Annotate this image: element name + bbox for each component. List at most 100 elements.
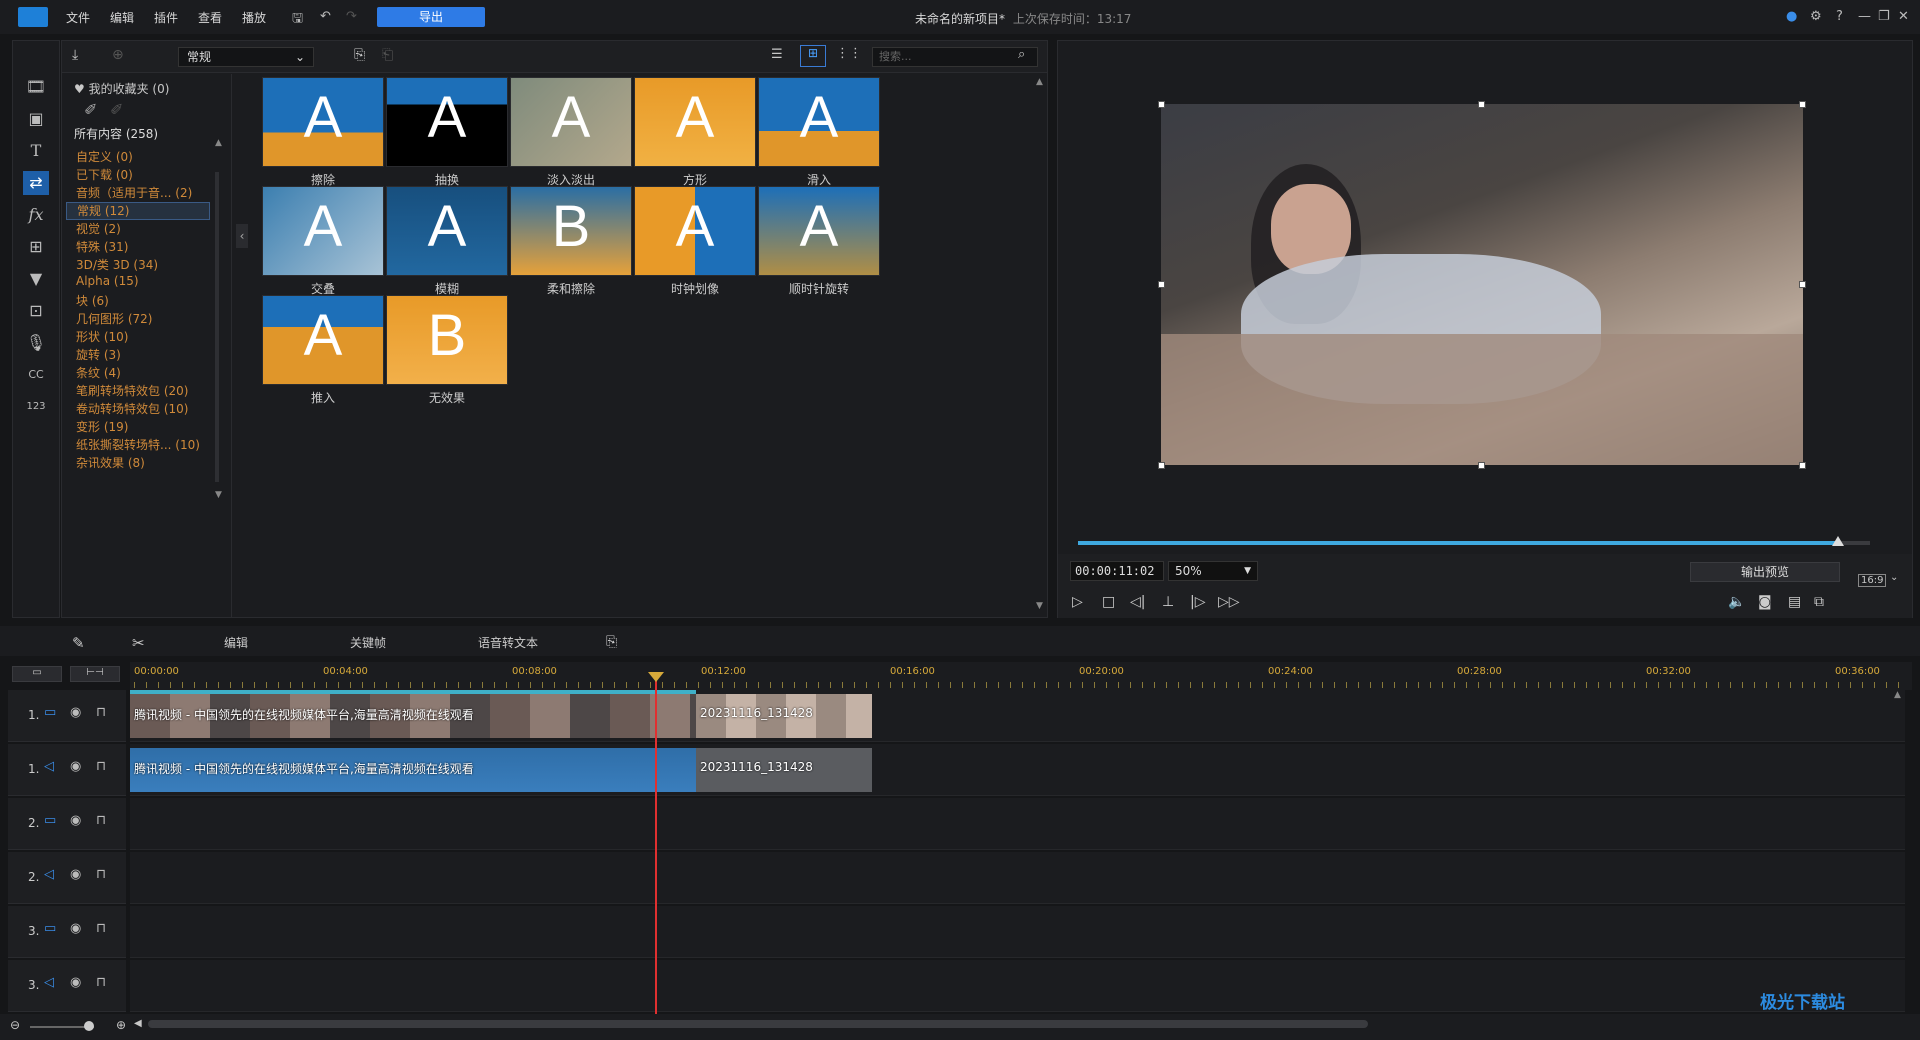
playhead[interactable] — [655, 672, 657, 1017]
prev-frame-icon[interactable]: ◁| — [1130, 594, 1145, 610]
eye-icon[interactable]: ◉ — [70, 759, 81, 774]
lock-icon[interactable]: ⊓ — [96, 813, 106, 828]
category-item[interactable]: 旋转 (3) — [76, 346, 121, 363]
timeline-clip[interactable]: 20231116_131428 — [696, 694, 872, 738]
import-icon[interactable]: ⤓ — [72, 47, 78, 63]
resize-handle-tr[interactable] — [1799, 101, 1806, 108]
transition-tile[interactable]: A 交叠 — [262, 186, 384, 296]
lock-icon[interactable]: ⊓ — [96, 867, 106, 882]
add-tag-icon[interactable]: ✐ — [84, 100, 97, 119]
menu-play[interactable]: 播放 — [242, 9, 266, 26]
category-item[interactable]: 3D/类 3D (34) — [76, 256, 158, 273]
menu-plugins[interactable]: 插件 — [154, 9, 178, 26]
output-preview-button[interactable]: 输出预览 — [1690, 562, 1840, 582]
settings-gear-icon[interactable]: ⚙ — [1810, 9, 1822, 24]
aspect-chevron-icon[interactable]: ⌄ — [1890, 572, 1898, 583]
fast-forward-icon[interactable]: ▷▷ — [1218, 594, 1240, 610]
title-room-icon[interactable]: T — [23, 139, 49, 163]
pen-icon[interactable]: ✎ — [72, 634, 85, 652]
minimize-icon[interactable]: — — [1858, 9, 1871, 24]
chapter-icon[interactable]: 123 — [23, 395, 49, 419]
timeline-hscrollbar[interactable] — [148, 1020, 1368, 1028]
category-scrollbar[interactable] — [215, 172, 219, 482]
undo-icon[interactable]: ↶ — [320, 9, 331, 24]
category-item[interactable]: 块 (6) — [76, 292, 109, 309]
video-track-lane[interactable]: 腾讯视频 - 中国领先的在线视频媒体平台,海量高清视频在线观看 20231116_… — [130, 690, 1905, 742]
grid-scroll-down-icon[interactable]: ▼ — [1036, 601, 1043, 611]
plugin-icon[interactable]: ⊕ — [112, 47, 124, 63]
grid-view-icon[interactable]: ⊞ — [800, 45, 826, 67]
eye-icon[interactable]: ◉ — [70, 921, 81, 936]
resize-handle-tl[interactable] — [1158, 101, 1165, 108]
transition-tile[interactable]: A 淡入淡出 — [510, 77, 632, 187]
aspect-ratio-badge[interactable]: 16:9 — [1858, 574, 1887, 587]
category-item[interactable]: 视觉 (2) — [76, 220, 121, 237]
scroll-down-icon[interactable]: ▼ — [215, 490, 222, 500]
save-icon[interactable]: 🖫 — [292, 9, 303, 31]
stop-icon[interactable]: □ — [1102, 594, 1115, 610]
remove-icon[interactable]: ⎗ — [382, 47, 393, 63]
media-room-icon[interactable]: 🎞 — [23, 75, 49, 99]
next-frame-icon[interactable]: |▷ — [1190, 594, 1205, 610]
snapshot-icon[interactable]: ◙ — [1758, 594, 1772, 610]
timeline-ruler[interactable]: 00:00:00 00:04:00 00:08:00 00:12:00 00:16:00… — [130, 662, 1912, 690]
video-frame[interactable] — [1161, 104, 1803, 465]
lock-icon[interactable]: ⊓ — [96, 921, 106, 936]
edit-tag-icon[interactable]: ✐ — [110, 100, 123, 119]
add-to-timeline-icon[interactable]: ⎘ — [354, 47, 365, 63]
help-icon[interactable]: ? — [1836, 9, 1843, 24]
eye-icon[interactable]: ◉ — [70, 813, 81, 828]
fit-timeline-icon[interactable]: ⊢⊣ — [70, 666, 120, 682]
transition-room-icon[interactable]: ⇄ — [23, 171, 49, 195]
category-item[interactable]: 笔刷转场特效包 (20) — [76, 382, 188, 399]
keyframe-button[interactable]: 关键帧 — [350, 634, 386, 651]
category-item[interactable]: 形状 (10) — [76, 328, 128, 345]
lock-icon[interactable]: ⊓ — [96, 975, 106, 990]
playhead-marker-icon[interactable] — [648, 672, 664, 682]
account-icon[interactable]: ● — [1786, 9, 1797, 24]
resize-handle-b[interactable] — [1478, 462, 1485, 469]
category-item[interactable]: 音频（适用于音... (2) — [76, 184, 192, 201]
zoom-out-icon[interactable]: ⊖ — [10, 1018, 20, 1032]
preview-seekbar[interactable] — [1078, 536, 1870, 546]
resize-handle-bl[interactable] — [1158, 462, 1165, 469]
search-input[interactable]: 搜索... — [872, 47, 1038, 67]
all-content-item[interactable]: 所有内容 (258) — [74, 125, 158, 142]
tracks-scroll-up-icon[interactable]: ▲ — [1894, 690, 1901, 700]
fx-room-icon[interactable]: fx — [23, 203, 49, 227]
volume-icon[interactable]: 🔈 — [1728, 594, 1745, 610]
collapse-panel-icon[interactable]: ‹ — [236, 224, 248, 248]
timecode-display[interactable]: 00:00:11:02 — [1070, 561, 1164, 581]
video-track-lane[interactable] — [130, 798, 1905, 850]
seekbar-knob[interactable] — [1832, 536, 1845, 546]
timeline-clip[interactable]: 腾讯视频 - 中国领先的在线视频媒体平台,海量高清视频在线观看 — [130, 748, 696, 792]
audio-track-lane[interactable]: 腾讯视频 - 中国领先的在线视频媒体平台,海量高清视频在线观看 20231116_… — [130, 744, 1905, 796]
transition-tile[interactable]: A 时钟划像 — [634, 186, 756, 296]
audio-track-lane[interactable] — [130, 960, 1905, 1012]
speech-to-text-button[interactable]: 语音转文本 — [478, 634, 538, 651]
transition-tile[interactable]: A 顺时针旋转 — [758, 186, 880, 296]
category-item[interactable]: 卷动转场特效包 (10) — [76, 400, 188, 417]
category-item[interactable]: 杂讯效果 (8) — [76, 454, 145, 471]
list-view-icon[interactable]: ☰ — [771, 47, 783, 62]
split-icon[interactable]: ⊥ — [1162, 594, 1174, 610]
transition-tile[interactable]: A 抽换 — [386, 77, 508, 187]
video-track-lane[interactable] — [130, 906, 1905, 958]
scissors-icon[interactable]: ✂ — [132, 634, 145, 652]
zoom-slider-knob[interactable] — [84, 1021, 94, 1031]
close-icon[interactable]: ✕ — [1898, 9, 1909, 24]
transition-tile[interactable]: A 推入 — [262, 295, 384, 405]
category-item[interactable]: Alpha (15) — [76, 274, 139, 288]
transition-tile[interactable]: A 方形 — [634, 77, 756, 187]
resize-handle-l[interactable] — [1158, 281, 1165, 288]
category-dropdown[interactable]: 常规 ⌄ — [178, 47, 314, 67]
subtitle-icon[interactable]: ▤ — [1788, 594, 1801, 610]
resize-handle-r[interactable] — [1799, 281, 1806, 288]
menu-file[interactable]: 文件 — [66, 9, 90, 26]
category-item[interactable]: 已下载 (0) — [76, 166, 133, 183]
export-button[interactable]: 导出 — [377, 7, 485, 27]
transition-tile[interactable]: B 无效果 — [386, 295, 508, 405]
subtitle-room-icon[interactable]: ⊡ — [23, 299, 49, 323]
cc-icon[interactable]: CC — [23, 363, 49, 387]
eye-icon[interactable]: ◉ — [70, 867, 81, 882]
